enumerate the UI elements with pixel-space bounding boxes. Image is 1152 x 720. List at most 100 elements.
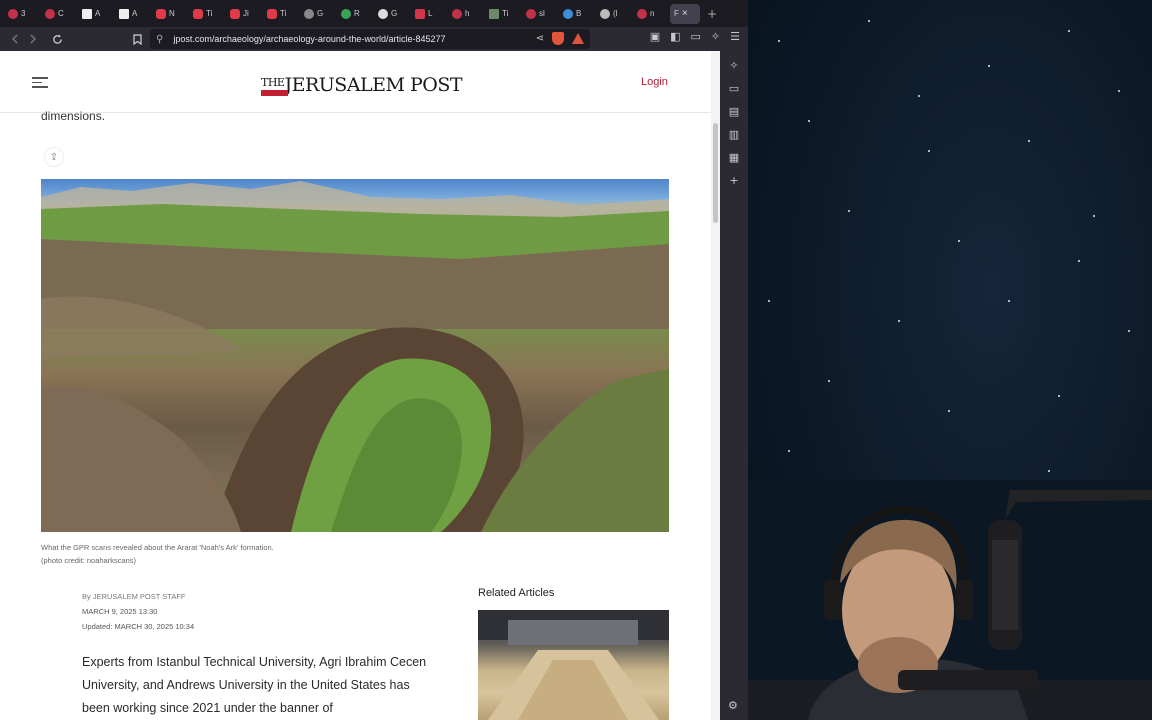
new-tab-button[interactable]: + xyxy=(707,7,717,21)
page-scrollbar[interactable] xyxy=(711,51,720,720)
related-articles-heading: Related Articles xyxy=(478,587,555,599)
browser-tab[interactable]: n xyxy=(633,4,669,24)
browser-tab[interactable]: L xyxy=(411,4,447,24)
browser-tab[interactable]: N xyxy=(152,4,188,24)
url-text: jpost.com/archaeology/archaeology-around… xyxy=(173,34,446,44)
share-icon[interactable]: ⋖ xyxy=(536,33,544,44)
leo-ai-icon[interactable]: ✧ xyxy=(729,59,738,72)
tab-favicon-icon xyxy=(378,8,388,19)
tab-label: G xyxy=(317,9,324,18)
browser-tab[interactable]: G xyxy=(374,4,410,24)
site-logo[interactable]: THEJERUSALEM POST xyxy=(261,74,463,96)
address-bar[interactable]: ⚲ jpost.com/archaeology/archaeology-arou… xyxy=(150,29,590,49)
wikipedia-icon xyxy=(119,8,129,19)
author[interactable]: By JERUSALEM POST STAFF xyxy=(82,589,194,604)
youtube-icon xyxy=(156,8,166,19)
tab-label: Ti xyxy=(280,9,287,18)
tab-label: N xyxy=(169,9,175,18)
youtube-icon xyxy=(230,8,240,19)
article-hero-image xyxy=(41,179,669,532)
browser-tab[interactable]: sl xyxy=(522,4,558,24)
tab-label: (l xyxy=(613,9,618,18)
add-panel-icon[interactable]: + xyxy=(729,174,738,187)
screen: 3 C A A N Ti Ji Ti G R G L h Ti sl B (l … xyxy=(0,0,1152,720)
tab-label: Ji xyxy=(243,9,249,18)
tab-label: h xyxy=(465,9,470,18)
browser-tab[interactable]: Ji xyxy=(226,4,262,24)
login-link[interactable]: Login xyxy=(641,76,668,88)
browser-tab[interactable]: Ti xyxy=(485,4,521,24)
back-arrow-icon[interactable] xyxy=(6,30,24,48)
browser-tab[interactable]: A xyxy=(78,4,114,24)
tab-favicon-icon xyxy=(45,8,55,19)
browser-tab[interactable]: C xyxy=(41,4,77,24)
wallet-icon[interactable]: ▭ xyxy=(691,30,701,43)
tab-label: F xyxy=(674,9,679,18)
browser-tab[interactable]: B xyxy=(559,4,595,24)
reading-list-icon[interactable]: ▭ xyxy=(729,82,739,95)
caption-text: What the GPR scans revealed about the Ar… xyxy=(41,543,274,552)
tab-favicon-icon xyxy=(637,8,647,19)
browser-tab[interactable]: R xyxy=(337,4,373,24)
article-body: Experts from Istanbul Technical Universi… xyxy=(82,655,427,715)
tab-favicon-icon xyxy=(600,8,610,19)
tab-label: Ti xyxy=(502,9,509,18)
webcam-overlay xyxy=(748,480,1152,720)
related-article-thumbnail[interactable] xyxy=(478,610,669,720)
tab-label: R xyxy=(354,9,360,18)
tab-favicon-icon xyxy=(563,8,573,19)
leo-ai-icon[interactable]: ✧ xyxy=(711,30,720,43)
tab-label: sl xyxy=(539,9,545,18)
tab-favicon-icon xyxy=(8,8,18,19)
tab-strip: 3 C A A N Ti Ji Ti G R G L h Ti sl B (l … xyxy=(0,0,748,27)
reload-icon[interactable] xyxy=(48,30,66,48)
tab-label: L xyxy=(428,9,433,18)
browser-tab[interactable]: Ti xyxy=(189,4,225,24)
browser-tab[interactable]: h xyxy=(448,4,484,24)
tab-label: G xyxy=(391,9,398,18)
map-pin-icon xyxy=(341,8,351,19)
wallet-icon[interactable]: ▤ xyxy=(729,105,739,118)
browser-tab-active[interactable]: F × xyxy=(670,3,700,24)
site-menu-icon[interactable] xyxy=(32,77,48,89)
browser-sidebar: ✧ ▭ ▤ ▥ ▦ + ⚙ xyxy=(720,51,748,720)
web-page: THEJERUSALEM POST Login dimensions. ⇪ Wh… xyxy=(0,51,711,720)
updated-date: Updated: MARCH 30, 2025 10:34 xyxy=(82,622,195,631)
article-text-fragment: dimensions. xyxy=(41,109,106,123)
tab-label: C xyxy=(58,9,64,18)
youtube-icon xyxy=(267,8,277,19)
site-settings-icon[interactable]: ⚲ xyxy=(156,34,163,45)
brave-shield-icon[interactable] xyxy=(552,32,564,45)
tab-label: n xyxy=(650,9,655,18)
reader-mode-icon[interactable]: ▣ xyxy=(650,30,660,43)
browser-window: 3 C A A N Ti Ji Ti G R G L h Ti sl B (l … xyxy=(0,0,748,720)
brave-rewards-icon[interactable] xyxy=(572,33,584,44)
bookmarks-icon[interactable]: ▥ xyxy=(729,128,739,141)
gear-icon[interactable]: ⚙ xyxy=(728,699,738,712)
tab-favicon-icon xyxy=(304,8,314,19)
youtube-icon xyxy=(193,8,203,19)
sidebar-toggle-icon[interactable]: ◧ xyxy=(670,30,680,43)
browser-tab[interactable]: A xyxy=(115,4,151,24)
browser-tab[interactable]: G xyxy=(300,4,336,24)
share-icon[interactable]: ⇪ xyxy=(44,147,64,167)
browser-tab[interactable]: Ti xyxy=(263,4,299,24)
tab-label: A xyxy=(95,9,101,18)
article-byline: By JERUSALEM POST STAFF MARCH 9, 2025 13… xyxy=(82,589,194,634)
browser-tab[interactable]: (l xyxy=(596,4,632,24)
tab-label: A xyxy=(132,9,138,18)
scrollbar-thumb[interactable] xyxy=(713,123,718,223)
tab-label: 3 xyxy=(21,9,26,18)
address-bar-actions: ⋖ xyxy=(536,32,584,45)
forward-arrow-icon[interactable] xyxy=(24,30,42,48)
tab-label: Ti xyxy=(206,9,213,18)
tab-favicon-icon xyxy=(526,8,536,19)
publish-date: MARCH 9, 2025 13:30 xyxy=(82,607,158,616)
bookmark-icon[interactable] xyxy=(128,30,146,48)
tab-favicon-icon xyxy=(452,8,462,19)
site-header: THEJERUSALEM POST Login xyxy=(0,51,711,113)
hamburger-menu-icon[interactable]: ☰ xyxy=(730,30,740,43)
browser-tab[interactable]: 3 xyxy=(4,4,40,24)
history-icon[interactable]: ▦ xyxy=(729,151,739,164)
tab-close-icon[interactable]: × xyxy=(682,8,688,19)
